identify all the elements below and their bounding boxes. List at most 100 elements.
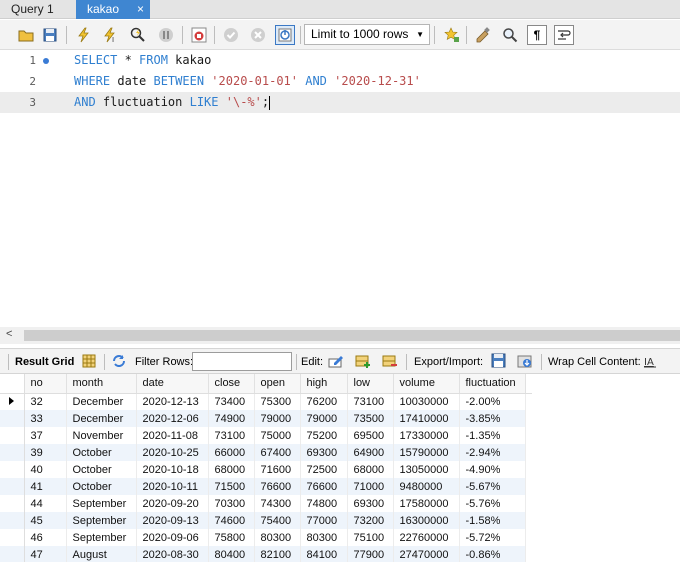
tab-kakao[interactable]: kakao ×: [76, 0, 150, 19]
beautify-icon[interactable]: [442, 25, 462, 45]
cell-open[interactable]: 67400: [254, 444, 301, 461]
column-header-no[interactable]: no: [24, 374, 67, 394]
cell-fluctuation[interactable]: -1.35%: [459, 427, 526, 444]
cell-fluctuation[interactable]: -4.90%: [459, 461, 526, 478]
cell-month[interactable]: September: [66, 512, 137, 529]
cell-no[interactable]: 39: [24, 444, 67, 461]
refresh-icon[interactable]: [111, 353, 127, 369]
open-folder-icon[interactable]: [16, 25, 36, 45]
result-grid-label[interactable]: Result Grid: [15, 349, 74, 375]
cell-no[interactable]: 46: [24, 529, 67, 546]
cell-open[interactable]: 79000: [254, 410, 301, 427]
save-icon[interactable]: [40, 25, 60, 45]
cell-low[interactable]: 77900: [347, 546, 394, 562]
table-row[interactable]: 41 October 2020-10-11 71500 76600 76600 71000 9…: [0, 478, 532, 495]
cell-month[interactable]: November: [66, 427, 137, 444]
cell-close[interactable]: 68000: [208, 461, 255, 478]
cell-no[interactable]: 40: [24, 461, 67, 478]
filter-rows-input[interactable]: [192, 352, 292, 371]
cell-open[interactable]: 71600: [254, 461, 301, 478]
column-header-low[interactable]: low: [347, 374, 394, 394]
table-row[interactable]: 46 September 2020-09-06 75800 80300 80300 7510…: [0, 529, 532, 546]
cell-open[interactable]: 74300: [254, 495, 301, 512]
cell-month[interactable]: October: [66, 444, 137, 461]
column-header-date[interactable]: date: [136, 374, 209, 394]
cell-high[interactable]: 77000: [300, 512, 348, 529]
cell-close[interactable]: 73100: [208, 427, 255, 444]
wrap-icon[interactable]: [554, 25, 574, 45]
cell-fluctuation[interactable]: -2.94%: [459, 444, 526, 461]
cell-month[interactable]: December: [66, 393, 137, 410]
cell-volume[interactable]: 27470000: [393, 546, 460, 562]
cell-high[interactable]: 76200: [300, 393, 348, 410]
cell-date[interactable]: 2020-08-30: [136, 546, 209, 562]
cell-date[interactable]: 2020-10-11: [136, 478, 209, 495]
toggle-stop-on-error-icon[interactable]: [189, 25, 209, 45]
cell-close[interactable]: 74900: [208, 410, 255, 427]
tab-query-1[interactable]: Query 1: [0, 0, 74, 19]
cell-low[interactable]: 69300: [347, 495, 394, 512]
column-header-month[interactable]: month: [66, 374, 137, 394]
scroll-left-icon[interactable]: <: [6, 328, 12, 340]
cell-month[interactable]: October: [66, 478, 137, 495]
cell-low[interactable]: 64900: [347, 444, 394, 461]
cell-open[interactable]: 75300: [254, 393, 301, 410]
cell-no[interactable]: 45: [24, 512, 67, 529]
find-icon[interactable]: [500, 25, 520, 45]
explain-icon[interactable]: [128, 25, 148, 45]
cell-high[interactable]: 72500: [300, 461, 348, 478]
cell-low[interactable]: 75100: [347, 529, 394, 546]
cell-no[interactable]: 37: [24, 427, 67, 444]
table-row[interactable]: 32 December 2020-12-13 73400 75300 76200 73100…: [0, 393, 532, 410]
cell-date[interactable]: 2020-09-20: [136, 495, 209, 512]
execute-current-icon[interactable]: I: [100, 25, 120, 45]
cell-close[interactable]: 70300: [208, 495, 255, 512]
insert-row-icon[interactable]: [355, 353, 371, 369]
result-grid[interactable]: no month date close open high low volume fluctua…: [0, 374, 680, 562]
cell-high[interactable]: 80300: [300, 529, 348, 546]
cell-high[interactable]: 84100: [300, 546, 348, 562]
cell-date[interactable]: 2020-10-25: [136, 444, 209, 461]
column-header-close[interactable]: close: [208, 374, 255, 394]
cell-month[interactable]: September: [66, 529, 137, 546]
cell-month[interactable]: August: [66, 546, 137, 562]
cell-date[interactable]: 2020-09-06: [136, 529, 209, 546]
cell-volume[interactable]: 16300000: [393, 512, 460, 529]
rollback-icon[interactable]: [248, 25, 268, 45]
cell-fluctuation[interactable]: -0.86%: [459, 546, 526, 562]
column-header-open[interactable]: open: [254, 374, 301, 394]
table-row[interactable]: 37 November 2020-11-08 73100 75000 75200 69500…: [0, 427, 532, 444]
cell-volume[interactable]: 13050000: [393, 461, 460, 478]
cell-low[interactable]: 69500: [347, 427, 394, 444]
cell-fluctuation[interactable]: -3.85%: [459, 410, 526, 427]
cell-volume[interactable]: 9480000: [393, 478, 460, 495]
cell-fluctuation[interactable]: -5.72%: [459, 529, 526, 546]
cell-close[interactable]: 80400: [208, 546, 255, 562]
cell-close[interactable]: 66000: [208, 444, 255, 461]
wrap-cell-icon[interactable]: IA: [642, 353, 658, 369]
cell-month[interactable]: December: [66, 410, 137, 427]
cell-volume[interactable]: 10030000: [393, 393, 460, 410]
cell-high[interactable]: 75200: [300, 427, 348, 444]
sql-editor[interactable]: 1 SELECT * FROM kakao 2 WHERE date BETWE…: [0, 50, 680, 327]
cell-month[interactable]: September: [66, 495, 137, 512]
grid-view-icon[interactable]: [81, 353, 97, 369]
cell-fluctuation[interactable]: -1.58%: [459, 512, 526, 529]
cell-date[interactable]: 2020-09-13: [136, 512, 209, 529]
column-header-high[interactable]: high: [300, 374, 348, 394]
cell-close[interactable]: 74600: [208, 512, 255, 529]
table-row[interactable]: 47 August 2020-08-30 80400 82100 84100 77900 27…: [0, 546, 532, 562]
cell-high[interactable]: 76600: [300, 478, 348, 495]
cell-volume[interactable]: 17330000: [393, 427, 460, 444]
cell-close[interactable]: 71500: [208, 478, 255, 495]
cell-volume[interactable]: 22760000: [393, 529, 460, 546]
stop-icon[interactable]: [156, 25, 176, 45]
cell-fluctuation[interactable]: -5.67%: [459, 478, 526, 495]
cell-volume[interactable]: 17580000: [393, 495, 460, 512]
limit-rows-select[interactable]: Limit to 1000 rows ▼: [304, 24, 430, 45]
cell-open[interactable]: 75400: [254, 512, 301, 529]
table-row[interactable]: 40 October 2020-10-18 68000 71600 72500 68000 1…: [0, 461, 532, 478]
column-header-volume[interactable]: volume: [393, 374, 460, 394]
table-row[interactable]: 39 October 2020-10-25 66000 67400 69300 64900 1…: [0, 444, 532, 461]
delete-row-icon[interactable]: [382, 353, 398, 369]
